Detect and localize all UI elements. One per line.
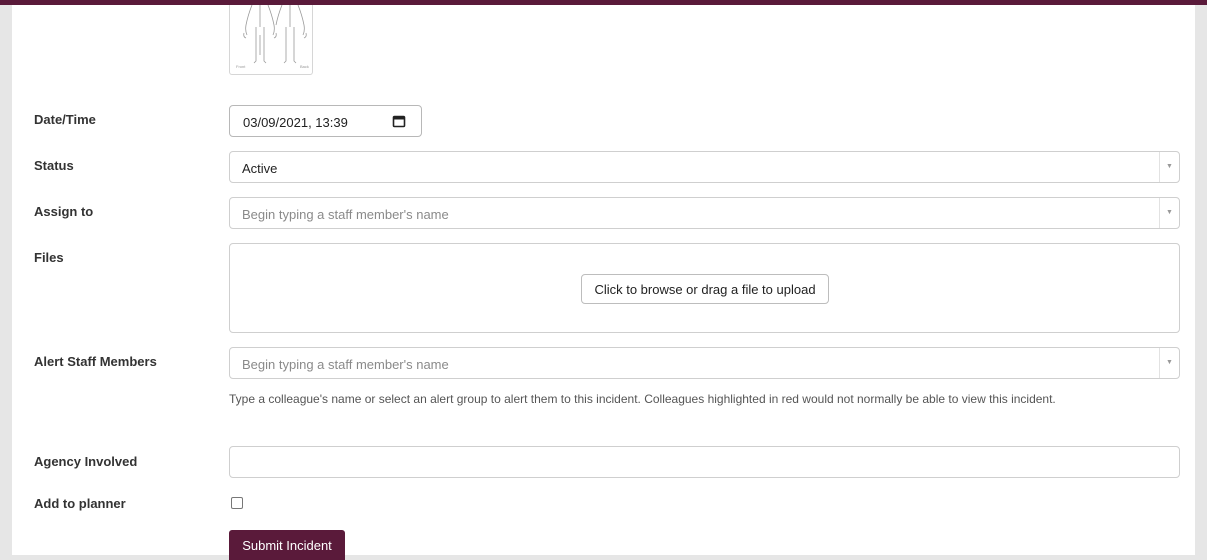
chevron-down-icon[interactable]: ▼ bbox=[1159, 152, 1179, 182]
planner-label: Add to planner bbox=[34, 496, 126, 511]
assign-to-placeholder: Begin typing a staff member's name bbox=[242, 207, 449, 222]
file-dropzone[interactable]: Click to browse or drag a file to upload bbox=[229, 243, 1180, 333]
agency-input[interactable] bbox=[229, 446, 1180, 478]
assign-to-label: Assign to bbox=[34, 204, 94, 219]
agency-label: Agency Involved bbox=[34, 454, 138, 469]
chevron-down-icon[interactable]: ▼ bbox=[1159, 348, 1179, 378]
body-map-back-label: Back bbox=[300, 64, 309, 69]
status-select[interactable]: Active ▼ bbox=[229, 151, 1180, 183]
app-frame: Front Back Date/Time 03/09/2021, 13:39 S… bbox=[0, 0, 1207, 560]
alert-staff-select[interactable]: Begin typing a staff member's name ▼ bbox=[229, 347, 1180, 379]
datetime-value: 03/09/2021, 13:39 bbox=[243, 115, 348, 130]
alert-staff-label: Alert Staff Members bbox=[34, 354, 157, 369]
submit-incident-button[interactable]: Submit Incident bbox=[229, 530, 345, 560]
files-label: Files bbox=[34, 250, 64, 265]
datetime-input[interactable]: 03/09/2021, 13:39 bbox=[229, 105, 422, 137]
assign-to-select[interactable]: Begin typing a staff member's name ▼ bbox=[229, 197, 1180, 229]
body-map-figures-icon: Front Back bbox=[236, 4, 309, 69]
body-map-thumbnail[interactable]: Front Back bbox=[229, 4, 313, 75]
chevron-down-icon[interactable]: ▼ bbox=[1159, 198, 1179, 228]
alert-help-text: Type a colleague's name or select an ale… bbox=[229, 392, 1056, 406]
status-label: Status bbox=[34, 158, 74, 173]
planner-checkbox[interactable] bbox=[231, 497, 243, 509]
status-value: Active bbox=[242, 161, 278, 176]
alert-staff-placeholder: Begin typing a staff member's name bbox=[242, 357, 449, 372]
upload-button[interactable]: Click to browse or drag a file to upload bbox=[581, 274, 829, 304]
calendar-icon[interactable] bbox=[392, 114, 406, 131]
datetime-label: Date/Time bbox=[34, 112, 96, 127]
body-map-front-label: Front bbox=[236, 64, 246, 69]
incident-form-panel: Front Back Date/Time 03/09/2021, 13:39 S… bbox=[12, 4, 1195, 560]
